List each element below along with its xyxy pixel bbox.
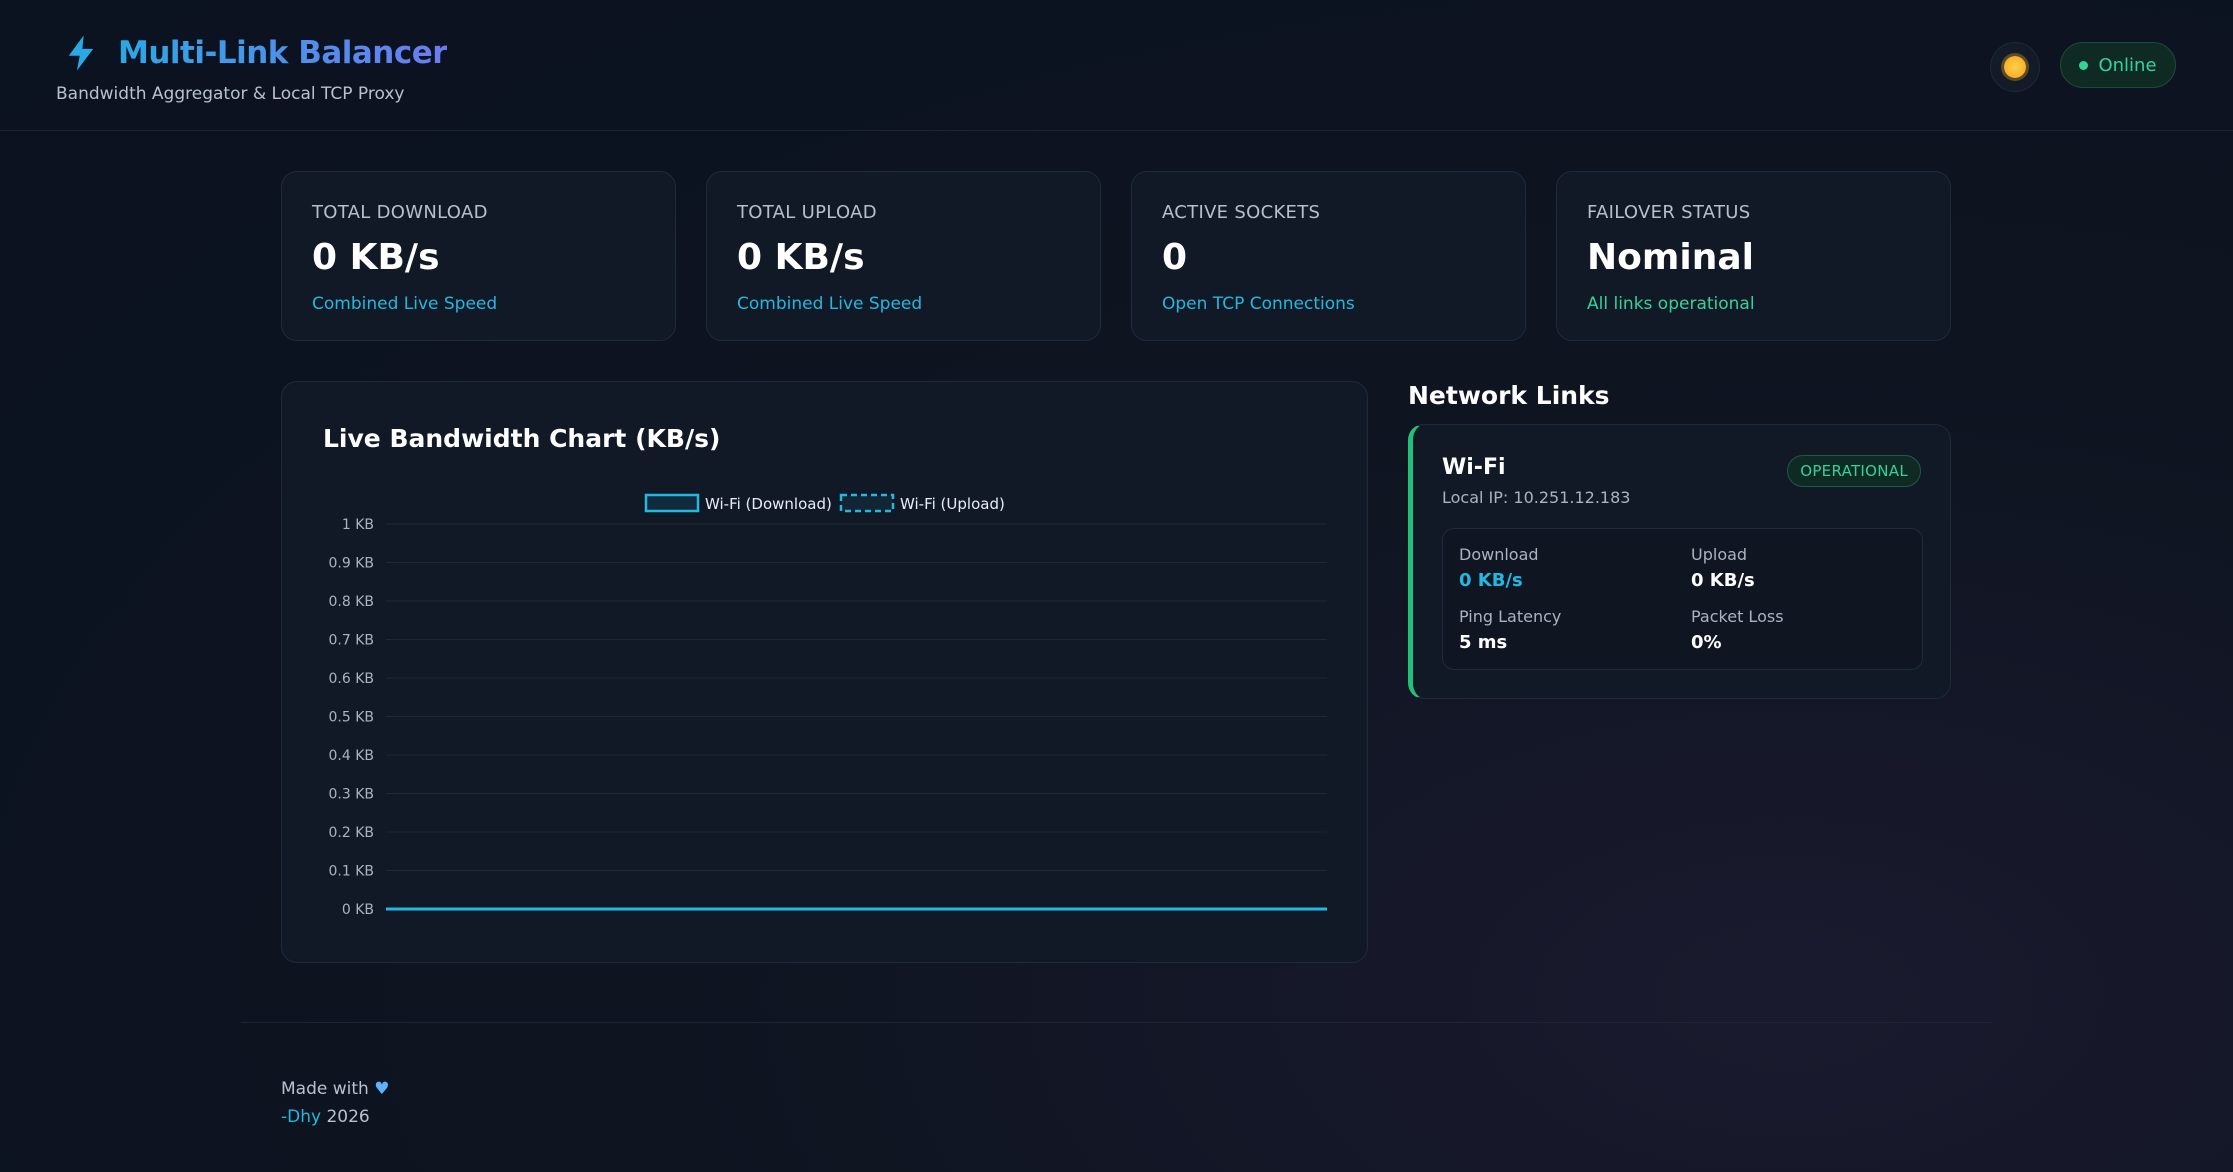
y-tick-label: 0.3 KB	[329, 787, 375, 803]
lightning-bolt-icon	[68, 35, 94, 71]
stat-footnote: Combined Live Speed	[737, 294, 923, 314]
legend-swatch	[839, 493, 895, 513]
y-tick-label: 0.9 KB	[329, 556, 375, 572]
metric-ping-latency: Ping Latency 5 ms	[1459, 607, 1561, 653]
footer-year: 2026	[326, 1107, 370, 1127]
metric-label: Download	[1459, 545, 1539, 564]
y-tick-label: 0.6 KB	[329, 671, 375, 687]
connection-status-badge: Online	[2060, 42, 2176, 88]
metric-value: 0%	[1691, 632, 1722, 653]
app-subtitle: Bandwidth Aggregator & Local TCP Proxy	[56, 84, 405, 104]
legend-swatch	[644, 493, 700, 513]
stat-card-total-upload: TOTAL UPLOAD 0 KB/s Combined Live Speed	[706, 171, 1101, 341]
brand: Multi-Link Balancer Bandwidth Aggregator…	[56, 34, 448, 104]
network-link-card-wifi[interactable]: Wi-Fi Local IP: 10.251.12.183 OPERATIONA…	[1408, 424, 1951, 699]
theme-toggle-button[interactable]	[1990, 42, 2040, 92]
metric-label: Packet Loss	[1691, 607, 1784, 626]
metric-packet-loss: Packet Loss 0%	[1691, 607, 1784, 653]
y-tick-label: 0.5 KB	[329, 710, 375, 726]
status-label: Online	[2098, 54, 2157, 76]
footer-credit: -Dhy 2026	[281, 1103, 389, 1131]
stat-card-failover-status: FAILOVER STATUS Nominal All links operat…	[1556, 171, 1951, 341]
footer-divider	[241, 1022, 1991, 1023]
stat-label: ACTIVE SOCKETS	[1162, 202, 1321, 223]
stat-label: FAILOVER STATUS	[1587, 202, 1751, 223]
bandwidth-chart-card: Live Bandwidth Chart (KB/s) 1 KB 0.9 KB 0.…	[281, 381, 1368, 963]
made-with-text: Made with	[281, 1079, 369, 1099]
stat-label: TOTAL DOWNLOAD	[312, 202, 488, 223]
sun-icon	[2004, 56, 2026, 78]
y-tick-label: 1 KB	[342, 517, 374, 533]
stat-label: TOTAL UPLOAD	[737, 202, 877, 223]
link-status-badge: OPERATIONAL	[1787, 455, 1921, 487]
y-tick-label: 0.8 KB	[329, 594, 375, 610]
link-local-ip: Local IP: 10.251.12.183	[1442, 488, 1631, 507]
stat-footnote: Combined Live Speed	[312, 294, 498, 314]
metric-label: Ping Latency	[1459, 607, 1562, 626]
metric-value: 5 ms	[1459, 632, 1508, 653]
network-links-title: Network Links	[1408, 381, 1610, 410]
legend-label: Wi-Fi (Download)	[705, 495, 832, 513]
stat-footnote: All links operational	[1587, 294, 1755, 314]
stat-value: Nominal	[1587, 237, 1754, 278]
stat-card-total-download: TOTAL DOWNLOAD 0 KB/s Combined Live Spee…	[281, 171, 676, 341]
heart-icon: ♥	[374, 1079, 390, 1099]
y-tick-label: 0.2 KB	[329, 825, 375, 841]
metric-label: Upload	[1691, 545, 1748, 564]
y-tick-label: 0 KB	[342, 902, 374, 918]
stat-value: 0	[1162, 237, 1188, 278]
status-dot-icon	[2079, 60, 2089, 70]
link-metrics-panel: Download 0 KB/s Upload 0 KB/s Ping Laten…	[1442, 528, 1923, 670]
stat-card-active-sockets: ACTIVE SOCKETS 0 Open TCP Connections	[1131, 171, 1526, 341]
metric-value: 0 KB/s	[1459, 570, 1523, 591]
y-tick-label: 0.1 KB	[329, 864, 375, 880]
footer-made-with: Made with ♥	[281, 1075, 389, 1103]
author-link[interactable]: -Dhy	[281, 1107, 321, 1127]
metric-download: Download 0 KB/s	[1459, 545, 1539, 591]
metric-upload: Upload 0 KB/s	[1691, 545, 1755, 591]
stat-value: 0 KB/s	[737, 237, 865, 278]
stat-value: 0 KB/s	[312, 237, 440, 278]
app-header: Multi-Link Balancer Bandwidth Aggregator…	[0, 0, 2233, 131]
y-tick-label: 0.4 KB	[329, 748, 375, 764]
stat-footnote: Open TCP Connections	[1162, 294, 1355, 314]
link-name: Wi-Fi	[1442, 455, 1506, 480]
bandwidth-chart: 1 KB 0.9 KB 0.8 KB 0.7 KB 0.6 KB 0.5 KB 0.4 KB…	[329, 493, 1327, 918]
metric-value: 0 KB/s	[1691, 570, 1755, 591]
app-title: Multi-Link Balancer	[118, 35, 448, 71]
footer: Made with ♥ -Dhy 2026	[281, 1075, 389, 1131]
legend-label: Wi-Fi (Upload)	[900, 495, 1005, 513]
y-tick-label: 0.7 KB	[329, 633, 375, 649]
